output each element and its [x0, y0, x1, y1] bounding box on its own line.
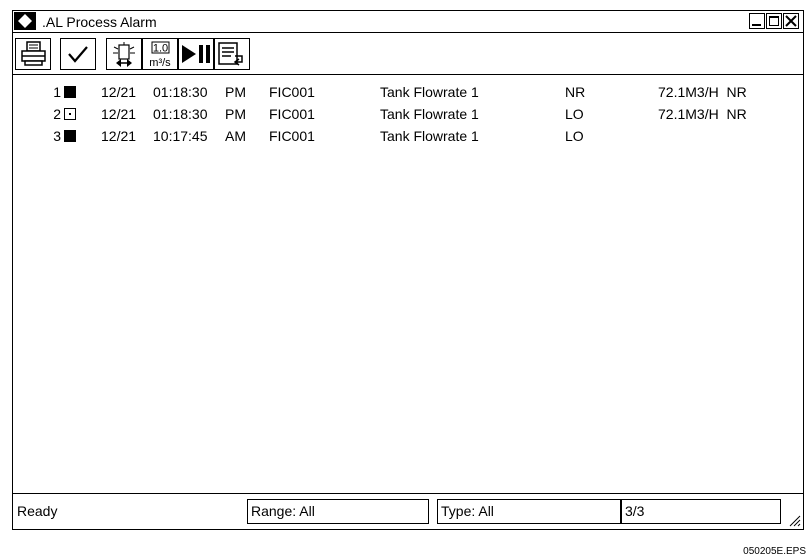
alarm-tag: FIC001 — [269, 84, 315, 100]
alarm-ampm: PM — [225, 84, 246, 100]
units-unit-label: m³/s — [149, 57, 171, 69]
minimize-icon[interactable] — [749, 13, 765, 29]
list-arrow-icon — [218, 42, 243, 66]
status-range-pane: Range: All — [247, 499, 429, 524]
alarm-light-icon — [113, 42, 135, 67]
alarm-ampm: AM — [225, 128, 246, 144]
alarm-sound-button[interactable] — [106, 38, 142, 70]
alarm-row[interactable]: 3 12/21 10:17:45 AM FIC001 Tank Flowrate… — [13, 126, 803, 146]
alarm-type: LO — [565, 106, 584, 122]
alarm-number: 3 — [53, 128, 61, 144]
title-bar[interactable]: .AL Process Alarm — [13, 11, 803, 33]
figure-caption: 050205E.EPS — [743, 546, 806, 557]
window-title: .AL Process Alarm — [42, 14, 157, 30]
alarm-description: Tank Flowrate 1 — [380, 84, 479, 100]
acknowledge-button[interactable] — [60, 38, 96, 70]
alarm-type: LO — [565, 128, 584, 144]
alarm-time: 01:18:30 — [153, 84, 208, 100]
units-button[interactable]: 1.0 m³/s — [142, 38, 178, 70]
alarm-row[interactable]: 1 12/21 01:18:30 PM FIC001 Tank Flowrate… — [13, 82, 803, 102]
toolbar: 1.0 m³/s — [13, 33, 803, 75]
alarm-type: NR — [565, 84, 586, 100]
alarm-description: Tank Flowrate 1 — [380, 128, 479, 144]
alarm-state-icon — [64, 108, 76, 120]
alarm-number: 1 — [53, 84, 61, 100]
alarm-date: 12/21 — [101, 84, 137, 100]
check-icon — [68, 46, 88, 63]
status-bar: Ready Range: All Type: All 3/3 — [13, 493, 803, 529]
status-count-pane: 3/3 — [621, 499, 781, 524]
alarm-state-icon — [64, 86, 76, 98]
play-pause-button[interactable] — [178, 38, 214, 70]
alarm-ampm: PM — [225, 106, 246, 122]
resize-grip-icon[interactable] — [787, 513, 801, 527]
system-menu-icon[interactable] — [14, 12, 36, 30]
alarm-number: 2 — [53, 106, 61, 122]
alarm-tag: FIC001 — [269, 106, 315, 122]
alarm-row[interactable]: 2 12/21 01:18:30 PM FIC001 Tank Flowrate… — [13, 104, 803, 124]
alarm-list[interactable]: 1 12/21 01:18:30 PM FIC001 Tank Flowrate… — [13, 75, 803, 493]
restore-icon[interactable] — [766, 13, 782, 29]
alarm-tag: FIC001 — [269, 128, 315, 144]
alarm-value: 72.1M3/H NR — [658, 84, 747, 100]
alarm-time: 01:18:30 — [153, 106, 208, 122]
alarm-value: 72.1M3/H NR — [658, 106, 747, 122]
printer-icon — [21, 41, 46, 66]
close-icon[interactable] — [783, 13, 799, 29]
status-ready-text: Ready — [17, 503, 58, 519]
units-value-label: 1.0 — [153, 43, 168, 55]
alarm-time: 10:17:45 — [153, 128, 208, 144]
alarm-date: 12/21 — [101, 106, 137, 122]
print-button[interactable] — [15, 38, 51, 70]
alarm-state-icon — [64, 130, 76, 142]
status-type-pane: Type: All — [437, 499, 621, 524]
alarm-description: Tank Flowrate 1 — [380, 106, 479, 122]
process-alarm-window: .AL Process Alarm 1.0 m³/s 1 12/21 01:18… — [12, 10, 804, 530]
export-list-button[interactable] — [214, 38, 250, 70]
play-pause-icon — [182, 45, 210, 63]
alarm-date: 12/21 — [101, 128, 137, 144]
units-icon: 1.0 m³/s — [149, 41, 171, 69]
